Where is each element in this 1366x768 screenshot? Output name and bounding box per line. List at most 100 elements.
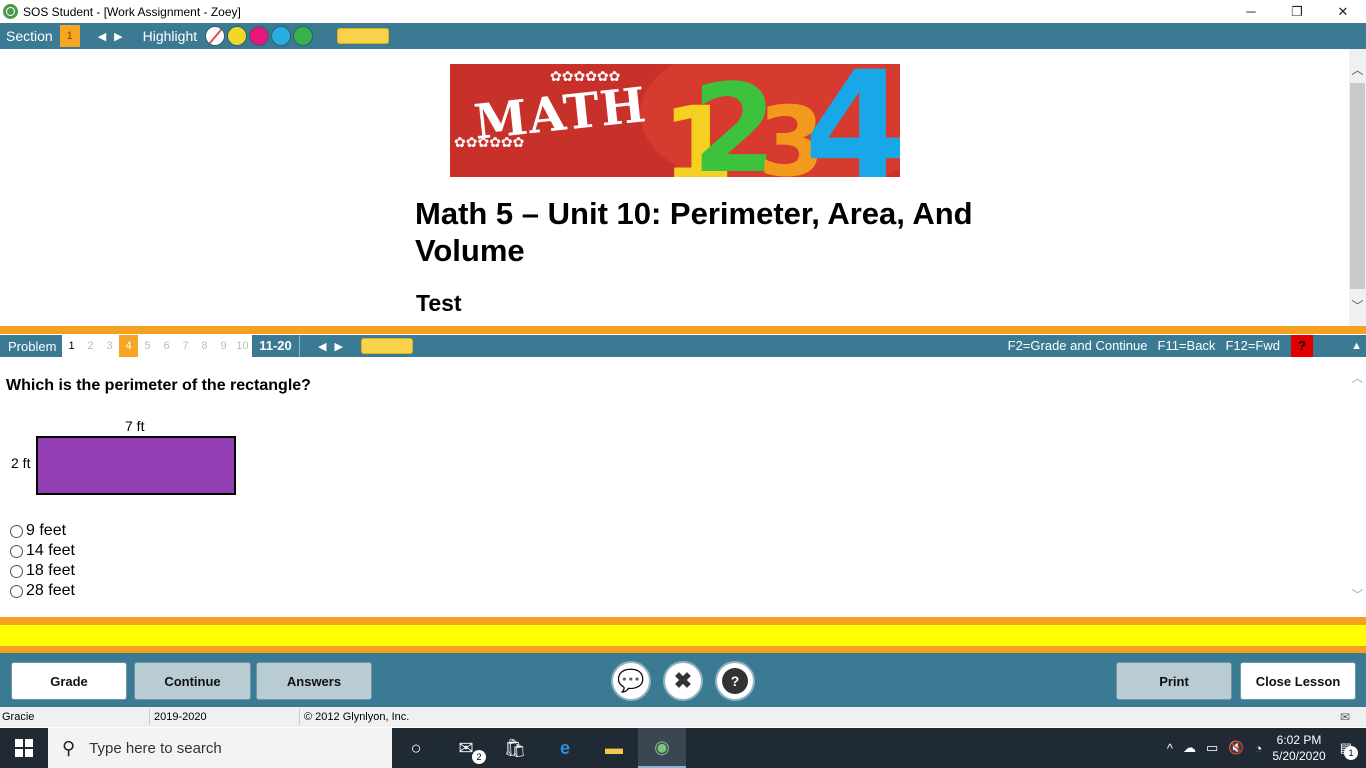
highlight-yellow-swatch[interactable] bbox=[227, 26, 248, 46]
scroll-down-icon[interactable]: ﹀ bbox=[1349, 586, 1366, 603]
taskbar-search-box[interactable]: ⚲ Type here to search bbox=[48, 728, 392, 768]
scroll-down-icon[interactable]: ﹀ bbox=[1349, 297, 1366, 314]
collapse-icon[interactable]: ▲ bbox=[1351, 335, 1362, 357]
problem-number[interactable]: 2 bbox=[81, 335, 100, 357]
system-tray: ^ ☁ ▭ 🔇 ◔ 6:02 PM 5/20/2020 ▤1 bbox=[1167, 728, 1366, 768]
highlight-blue-swatch[interactable] bbox=[271, 26, 292, 46]
keyboard-shortcuts: F2=Grade and Continue F11=Back F12=Fwd bbox=[1008, 335, 1280, 357]
answer-choice[interactable]: 14 feet bbox=[10, 541, 75, 561]
clock[interactable]: 6:02 PM 5/20/2020 bbox=[1272, 732, 1325, 764]
mail-icon[interactable]: ✉ bbox=[1340, 710, 1350, 724]
mail-icon[interactable]: ✉ 2 bbox=[442, 728, 490, 768]
close-lesson-button[interactable]: Close Lesson bbox=[1240, 662, 1356, 700]
problem-number[interactable]: 1 bbox=[62, 335, 81, 357]
problem-toolbar: Problem 1 2 3 4 5 6 7 8 9 10 11-20 ◀ ▶ F… bbox=[0, 335, 1366, 357]
problem-next-arrow[interactable]: ▶ bbox=[334, 340, 342, 353]
rectangle-width-label: 7 ft bbox=[125, 418, 145, 434]
problem-help-button[interactable]: ? bbox=[1291, 335, 1313, 357]
radio-button[interactable] bbox=[10, 544, 23, 558]
divider bbox=[0, 646, 1366, 653]
continue-button[interactable]: Continue bbox=[134, 662, 251, 700]
store-icon[interactable]: 🛍 bbox=[491, 728, 539, 768]
onedrive-icon[interactable]: ☁ bbox=[1183, 740, 1196, 756]
problem-prev-arrow[interactable]: ◀ bbox=[318, 340, 326, 353]
problem-number[interactable]: 10 bbox=[233, 335, 252, 357]
problem-number[interactable]: 5 bbox=[138, 335, 157, 357]
battery-icon[interactable]: ▭ bbox=[1206, 740, 1218, 756]
start-button[interactable] bbox=[0, 728, 48, 768]
choice-label[interactable]: 9 feet bbox=[26, 522, 66, 540]
answers-button[interactable]: Answers bbox=[256, 662, 372, 700]
edge-icon[interactable]: e bbox=[541, 728, 589, 768]
volume-muted-icon[interactable]: 🔇 bbox=[1228, 740, 1244, 756]
status-user: Gracie bbox=[0, 709, 150, 725]
highlight-band bbox=[0, 625, 1366, 647]
highlighter-marker-icon[interactable] bbox=[337, 28, 390, 44]
lesson-title: Math 5 – Unit 10: Perimeter, Area, And V… bbox=[415, 196, 973, 268]
problem-number[interactable]: 6 bbox=[157, 335, 176, 357]
problem-number-list: 1 2 3 4 5 6 7 8 9 10 bbox=[62, 335, 252, 357]
answer-choices: 9 feet 14 feet 18 feet 28 feet bbox=[10, 521, 75, 601]
chat-icon: 💬 bbox=[617, 668, 645, 693]
question-panel: Which is the perimeter of the rectangle?… bbox=[0, 357, 1366, 617]
clock-time: 6:02 PM bbox=[1276, 733, 1322, 747]
lesson-subtitle: Test bbox=[416, 290, 462, 316]
answer-choice[interactable]: 28 feet bbox=[10, 581, 75, 601]
math-banner-image: ✿✿✿✿✿✿ ✿✿✿✿✿✿ MATH 1 2 3 4 bbox=[450, 64, 900, 177]
wifi-icon[interactable]: ◔ bbox=[1254, 741, 1262, 756]
problem-number[interactable]: 7 bbox=[176, 335, 195, 357]
section-number[interactable]: 1 bbox=[59, 25, 80, 47]
answer-choice[interactable]: 9 feet bbox=[10, 521, 75, 541]
sos-icon[interactable]: ◉ bbox=[638, 728, 686, 768]
action-bar: Grade Continue Answers 💬 ✖ ? Print Close… bbox=[0, 653, 1366, 707]
divider bbox=[0, 617, 1366, 625]
problem-number[interactable]: 8 bbox=[195, 335, 214, 357]
highlighter-marker-icon[interactable] bbox=[360, 338, 413, 354]
radio-button[interactable] bbox=[10, 564, 23, 578]
chat-button[interactable]: 💬 bbox=[611, 661, 651, 701]
section-prev-arrow[interactable]: ◀ bbox=[98, 30, 106, 43]
minimize-button[interactable]: ─ bbox=[1228, 0, 1274, 23]
scroll-up-icon[interactable]: ︿ bbox=[1349, 61, 1366, 78]
highlight-none-swatch[interactable] bbox=[205, 26, 226, 46]
close-window-button[interactable]: ✕ bbox=[1320, 0, 1366, 23]
problem-number[interactable]: 3 bbox=[100, 335, 119, 357]
divider bbox=[0, 326, 1366, 334]
search-placeholder: Type here to search bbox=[89, 739, 222, 757]
radio-button[interactable] bbox=[10, 524, 23, 538]
restore-button[interactable]: ❐ bbox=[1274, 0, 1320, 23]
scrollbar-thumb[interactable] bbox=[1350, 83, 1365, 289]
section-toolbar: Section 1 ◀ ▶ Highlight bbox=[0, 23, 1366, 49]
file-explorer-icon[interactable]: ▬ bbox=[590, 728, 638, 768]
lesson-panel: ✿✿✿✿✿✿ ✿✿✿✿✿✿ MATH 1 2 3 4 Math 5 – Unit… bbox=[0, 49, 1366, 326]
choice-label[interactable]: 14 feet bbox=[26, 542, 75, 560]
mail-badge: 2 bbox=[472, 750, 486, 764]
problem-range-button[interactable]: 11-20 bbox=[252, 335, 300, 357]
help-button[interactable]: ? bbox=[715, 661, 755, 701]
tools-button[interactable]: ✖ bbox=[663, 661, 703, 701]
radio-button[interactable] bbox=[10, 584, 23, 598]
choice-label[interactable]: 18 feet bbox=[26, 562, 75, 580]
tray-chevron-icon[interactable]: ^ bbox=[1167, 741, 1173, 756]
answer-choice[interactable]: 18 feet bbox=[10, 561, 75, 581]
lesson-scrollbar[interactable]: ︿ ﹀ bbox=[1349, 49, 1366, 326]
window-titlebar: SOS Student - [Work Assignment - Zoey] ─… bbox=[0, 0, 1366, 23]
question-scrollbar[interactable]: ︿ ﹀ bbox=[1349, 357, 1366, 617]
scroll-up-icon[interactable]: ︿ bbox=[1349, 369, 1366, 386]
status-bar: Gracie 2019-2020 © 2012 Glynlyon, Inc. ✉ bbox=[0, 707, 1366, 727]
notification-icon[interactable]: ▤1 bbox=[1340, 740, 1358, 760]
print-button[interactable]: Print bbox=[1116, 662, 1232, 700]
highlight-pink-swatch[interactable] bbox=[249, 26, 270, 46]
problem-number[interactable]: 9 bbox=[214, 335, 233, 357]
shortcut-grade: F2=Grade and Continue bbox=[1007, 338, 1148, 353]
question-text: Which is the perimeter of the rectangle? bbox=[6, 377, 311, 394]
rectangle-height-label: 2 ft bbox=[11, 455, 31, 471]
choice-label[interactable]: 28 feet bbox=[26, 582, 75, 600]
clock-date: 5/20/2020 bbox=[1272, 749, 1326, 763]
section-next-arrow[interactable]: ▶ bbox=[114, 30, 122, 43]
cortana-icon[interactable]: ○ bbox=[392, 728, 440, 768]
grade-button[interactable]: Grade bbox=[11, 662, 127, 700]
problem-number-current[interactable]: 4 bbox=[119, 335, 138, 357]
rectangle-figure bbox=[36, 436, 236, 495]
highlight-green-swatch[interactable] bbox=[293, 26, 314, 46]
